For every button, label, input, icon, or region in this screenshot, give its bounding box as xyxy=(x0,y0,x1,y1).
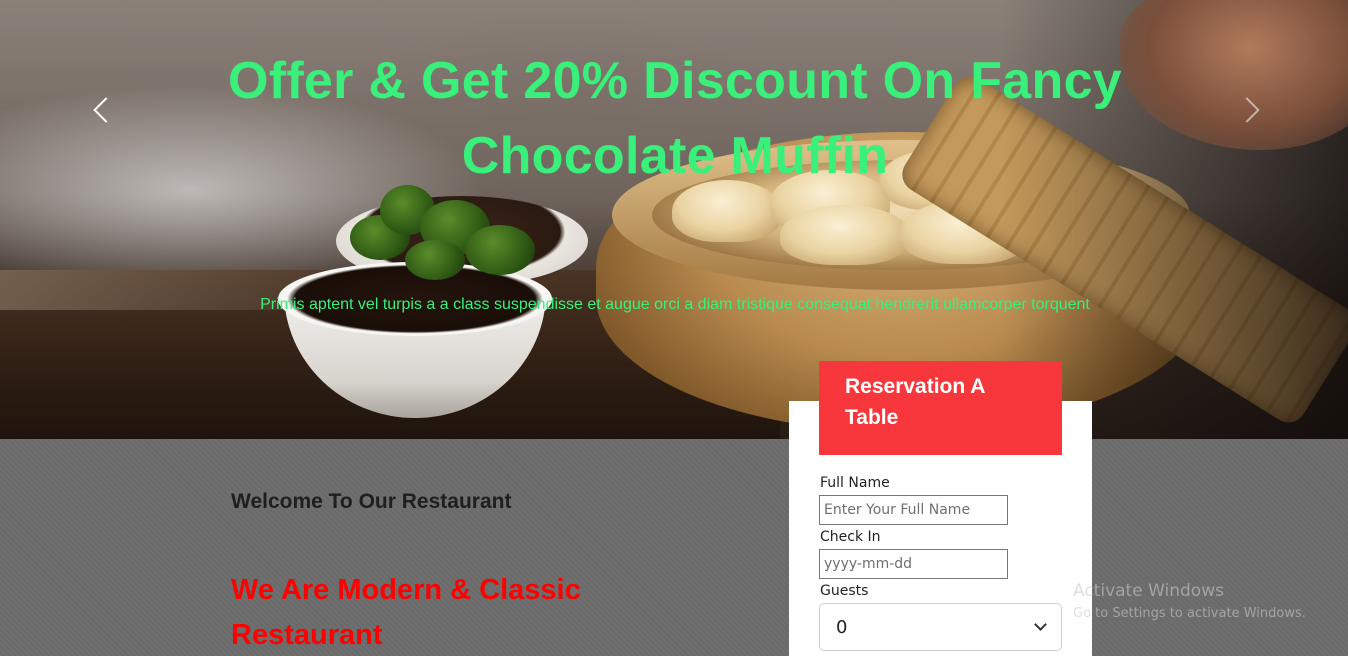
full-name-input[interactable] xyxy=(819,495,1008,525)
chevron-left-icon[interactable] xyxy=(93,97,119,123)
guests-value: 0 xyxy=(836,616,848,638)
windows-watermark-subtitle: Go to Settings to activate Windows. xyxy=(1073,606,1306,621)
reservation-title: Reservation A Table xyxy=(819,361,1062,455)
hero-banner: Offer & Get 20% Discount On Fancy Chocol… xyxy=(0,0,1348,439)
check-in-input[interactable] xyxy=(819,549,1008,579)
hero-subtitle: Primis aptent vel turpis a a class suspe… xyxy=(260,296,1090,313)
about-headline: We Are Modern & Classic Restaurant xyxy=(231,574,581,651)
hero-title: Offer & Get 20% Discount On Fancy Chocol… xyxy=(227,52,1123,185)
guests-select[interactable]: 0 xyxy=(819,603,1062,651)
hero-image-herb xyxy=(405,240,465,280)
check-in-label: Check In xyxy=(820,529,881,545)
windows-watermark-title: Activate Windows xyxy=(1073,581,1224,601)
full-name-label: Full Name xyxy=(820,475,890,491)
guests-label: Guests xyxy=(820,583,869,599)
hero-image-dumpling xyxy=(780,205,910,265)
about-section xyxy=(0,439,1348,656)
welcome-heading: Welcome To Our Restaurant xyxy=(231,490,512,513)
hero-image-herb xyxy=(465,225,535,275)
chevron-down-icon xyxy=(1034,618,1047,631)
